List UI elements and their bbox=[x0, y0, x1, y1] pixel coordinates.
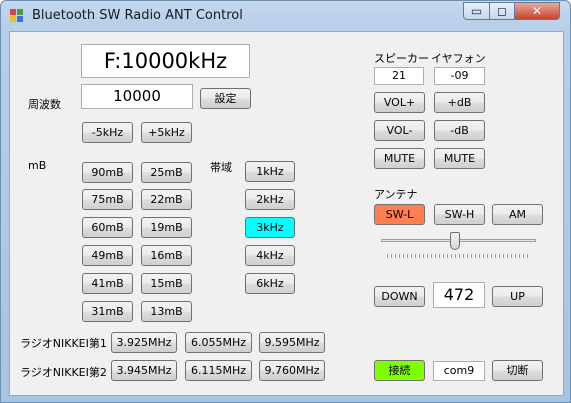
preset-nikkei2-label: ラジオNIKKEI第2 bbox=[20, 366, 107, 379]
window-title: Bluetooth SW Radio ANT Control bbox=[32, 8, 243, 23]
band-19mb-button[interactable]: 19mB bbox=[141, 217, 192, 238]
close-button[interactable]: ✕ bbox=[514, 2, 560, 20]
bandwidth-6khz-button[interactable]: 6kHz bbox=[245, 273, 295, 294]
band-25mb-button[interactable]: 25mB bbox=[141, 162, 192, 183]
frequency-display: F:10000kHz bbox=[81, 44, 250, 78]
app-window: Bluetooth SW Radio ANT Control ▭ ◻ ✕ F:1… bbox=[0, 0, 571, 403]
earphone-volume-down-button[interactable]: -dB bbox=[434, 120, 485, 141]
bandwidth-1khz-button[interactable]: 1kHz bbox=[245, 161, 295, 182]
band-41mb-button[interactable]: 41mB bbox=[82, 273, 133, 294]
speaker-volume-up-button[interactable]: VOL+ bbox=[374, 92, 425, 113]
tune-down-button[interactable]: DOWN bbox=[374, 286, 425, 307]
bandwidth-2khz-button[interactable]: 2kHz bbox=[245, 189, 295, 210]
frequency-input[interactable]: 10000 bbox=[81, 84, 193, 109]
earphone-volume-value: -09 bbox=[434, 67, 485, 85]
minimize-button[interactable]: ▭ bbox=[463, 2, 490, 20]
antenna-label: アンテナ bbox=[374, 188, 418, 201]
speaker-mute-button[interactable]: MUTE bbox=[374, 148, 425, 169]
preset-nikkei1-freq1-button[interactable]: 3.925MHz bbox=[111, 332, 177, 353]
band-31mb-button[interactable]: 31mB bbox=[82, 301, 133, 322]
meter-band-label: mB bbox=[28, 159, 47, 172]
tuner-value: 472 bbox=[433, 282, 485, 308]
band-15mb-button[interactable]: 15mB bbox=[141, 273, 192, 294]
maximize-icon: ◻ bbox=[497, 4, 507, 18]
band-49mb-button[interactable]: 49mB bbox=[82, 245, 133, 266]
close-icon: ✕ bbox=[531, 4, 543, 18]
band-22mb-button[interactable]: 22mB bbox=[141, 189, 192, 210]
tuning-slider-ticks bbox=[387, 254, 530, 258]
earphone-mute-button[interactable]: MUTE bbox=[434, 148, 485, 169]
preset-nikkei2-freq2-button[interactable]: 6.115MHz bbox=[185, 360, 252, 381]
band-16mb-button[interactable]: 16mB bbox=[141, 245, 192, 266]
preset-nikkei2-freq3-button[interactable]: 9.760MHz bbox=[259, 360, 325, 381]
client-area: F:10000kHz 周波数 10000 設定 -5kHz +5kHz mB 9… bbox=[9, 31, 564, 396]
maximize-button[interactable]: ◻ bbox=[489, 2, 515, 20]
preset-nikkei1-label: ラジオNIKKEI第1 bbox=[20, 337, 107, 350]
antenna-am-button[interactable]: AM bbox=[492, 204, 543, 225]
earphone-volume-up-button[interactable]: +dB bbox=[434, 92, 485, 113]
band-75mb-button[interactable]: 75mB bbox=[82, 189, 133, 210]
tune-up-button[interactable]: UP bbox=[492, 286, 543, 307]
earphone-label: イヤフォン bbox=[431, 52, 486, 65]
frequency-label: 周波数 bbox=[28, 98, 61, 111]
bandwidth-3khz-button[interactable]: 3kHz bbox=[245, 217, 295, 238]
band-60mb-button[interactable]: 60mB bbox=[82, 217, 133, 238]
antenna-sw-h-button[interactable]: SW-H bbox=[434, 204, 485, 225]
preset-nikkei1-freq3-button[interactable]: 9.595MHz bbox=[259, 332, 325, 353]
bandwidth-label: 帯域 bbox=[210, 161, 232, 174]
tuning-slider-thumb[interactable] bbox=[450, 232, 460, 250]
step-down-5khz-button[interactable]: -5kHz bbox=[82, 122, 133, 143]
speaker-label: スピーカー bbox=[374, 52, 429, 65]
antenna-sw-l-button[interactable]: SW-L bbox=[374, 204, 425, 225]
title-bar[interactable]: Bluetooth SW Radio ANT Control ▭ ◻ ✕ bbox=[1, 1, 570, 29]
minimize-icon: ▭ bbox=[470, 4, 483, 18]
band-90mb-button[interactable]: 90mB bbox=[82, 162, 133, 183]
speaker-volume-value: 21 bbox=[374, 67, 424, 85]
speaker-volume-down-button[interactable]: VOL- bbox=[374, 120, 425, 141]
preset-nikkei1-freq2-button[interactable]: 6.055MHz bbox=[185, 332, 252, 353]
step-up-5khz-button[interactable]: +5kHz bbox=[141, 122, 192, 143]
band-13mb-button[interactable]: 13mB bbox=[141, 301, 192, 322]
com-port-field[interactable]: com9 bbox=[433, 361, 485, 381]
disconnect-button[interactable]: 切断 bbox=[492, 360, 543, 381]
bandwidth-4khz-button[interactable]: 4kHz bbox=[245, 245, 295, 266]
connect-button[interactable]: 接続 bbox=[374, 360, 425, 381]
app-icon bbox=[10, 9, 23, 22]
set-frequency-button[interactable]: 設定 bbox=[200, 88, 251, 109]
preset-nikkei2-freq1-button[interactable]: 3.945MHz bbox=[111, 360, 177, 381]
